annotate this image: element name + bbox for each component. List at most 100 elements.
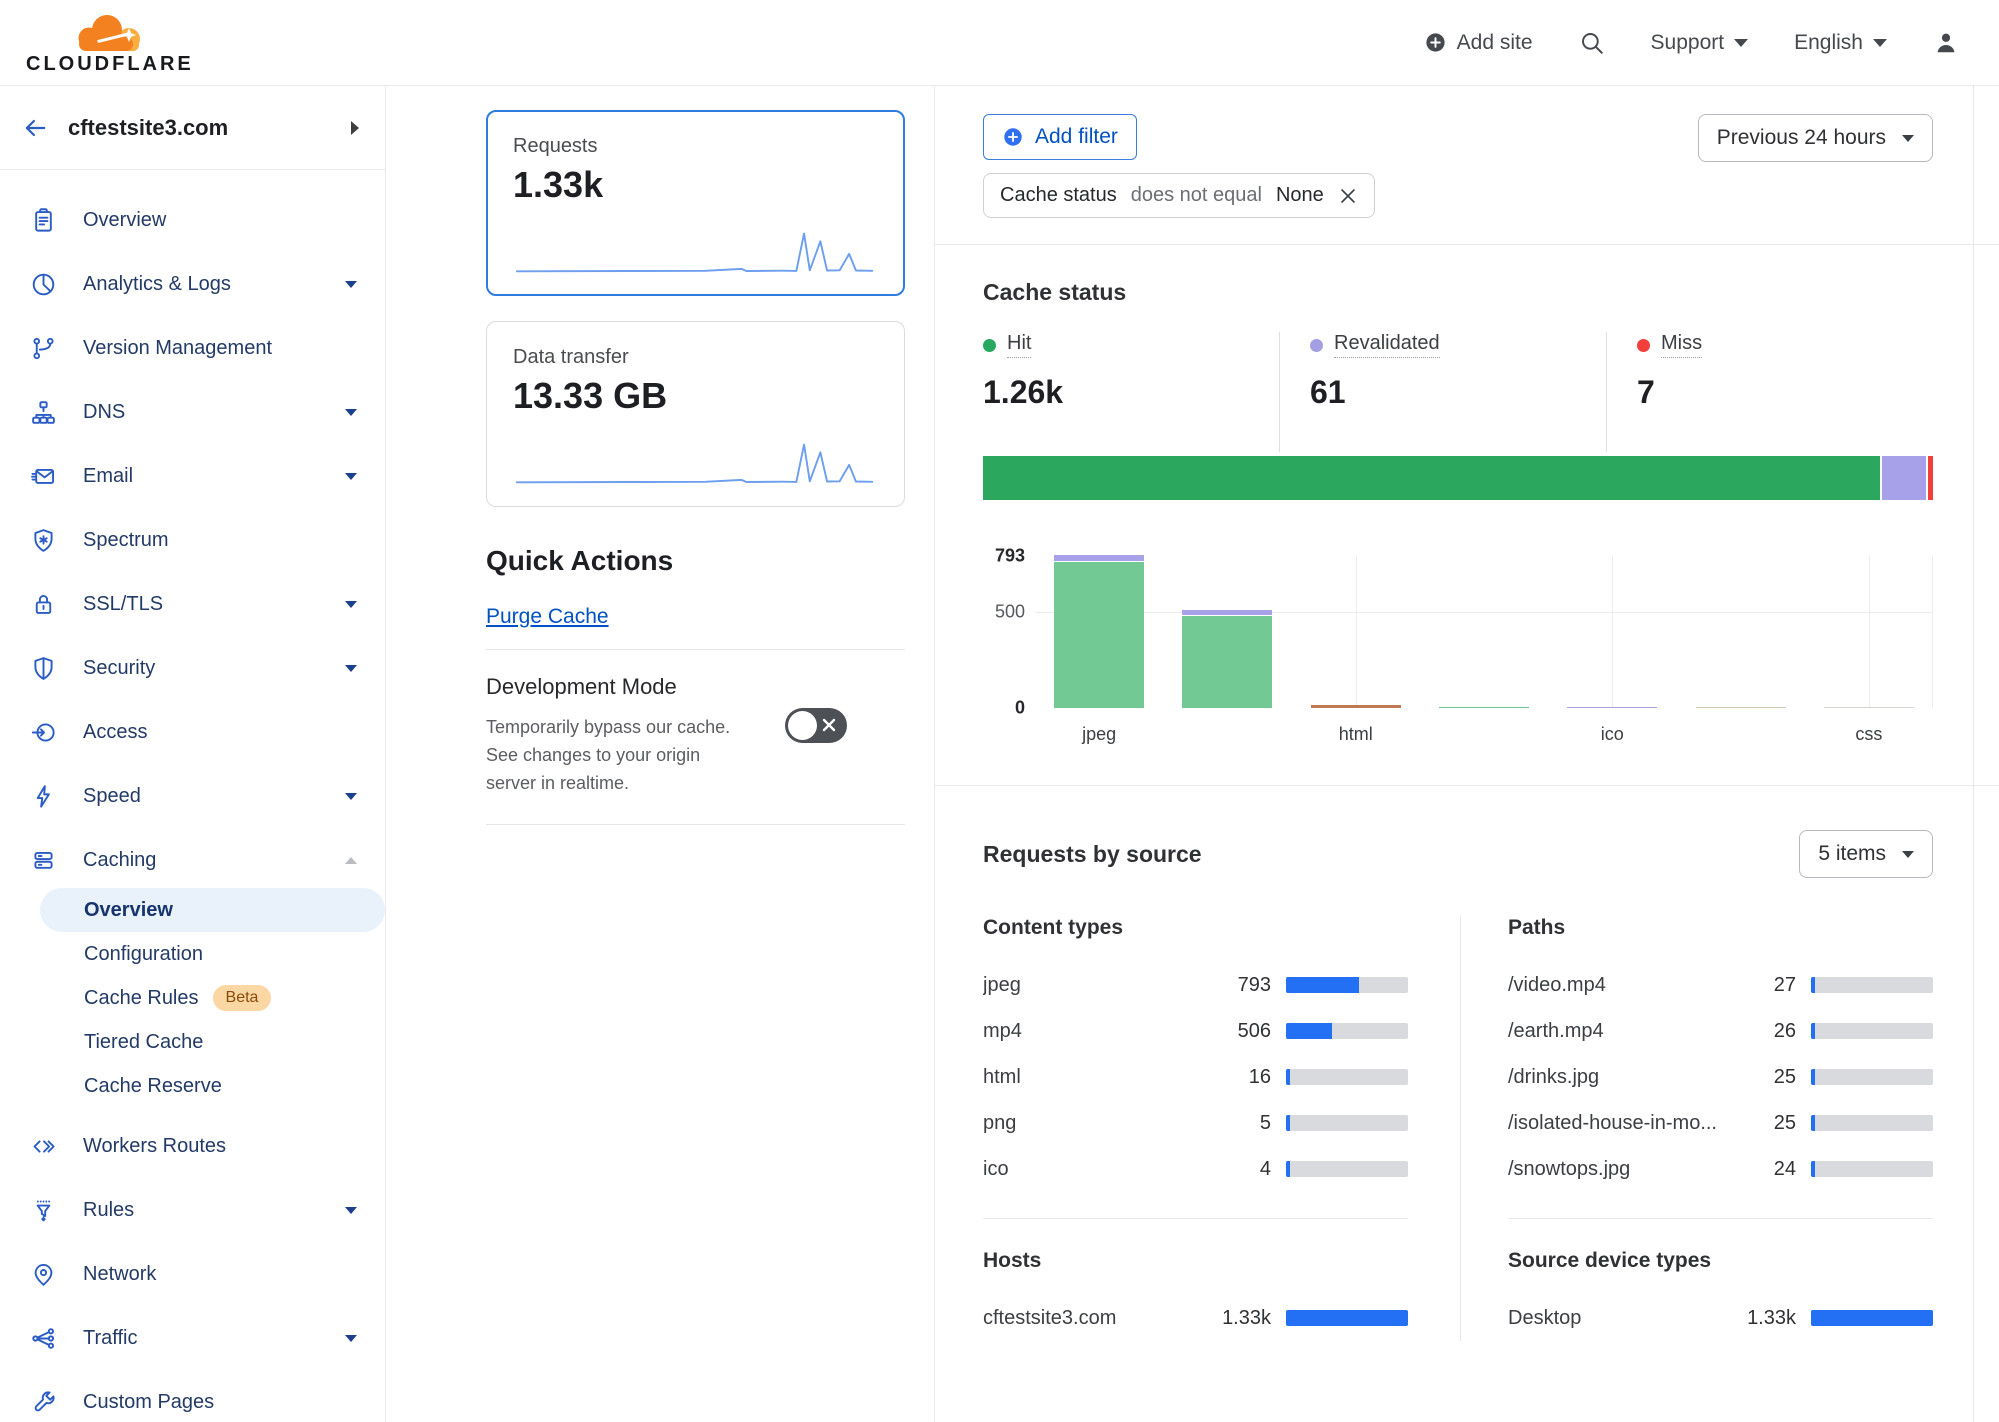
scrollbar-track[interactable] <box>1973 86 1974 1422</box>
sidebar-item-network[interactable]: Network <box>0 1242 385 1306</box>
hosts-title: Hosts <box>983 1249 1408 1273</box>
sidebar-subitem-overview[interactable]: Overview <box>40 888 385 932</box>
device-types-rows: Desktop1.33k <box>1508 1295 1933 1341</box>
row-value: 5 <box>1205 1112 1271 1135</box>
row-label: /snowtops.jpg <box>1508 1158 1730 1181</box>
row-value: 1.33k <box>1730 1307 1796 1330</box>
sidebar-item-email[interactable]: Email <box>0 444 385 508</box>
sidebar-item-spectrum[interactable]: Spectrum <box>0 508 385 572</box>
list-row-snowtops-jpg: /snowtops.jpg24 <box>1508 1146 1933 1192</box>
pin-icon <box>30 1261 57 1288</box>
bar-col-4 <box>1439 707 1529 709</box>
stat-value: 61 <box>1310 374 1606 411</box>
sidebar-subitem-tiered-cache[interactable]: Tiered Cache <box>0 1020 385 1064</box>
sidebar-item-speed[interactable]: Speed <box>0 764 385 828</box>
back-arrow-icon[interactable] <box>22 115 48 141</box>
sidebar-item-custom-pages[interactable]: Custom Pages <box>0 1370 385 1422</box>
cloudflare-logo[interactable]: CLOUDFLARE <box>26 10 194 76</box>
list-row-jpeg: jpeg793 <box>983 962 1408 1008</box>
wrench-icon <box>30 1389 57 1416</box>
chevron-right-icon[interactable] <box>351 121 359 135</box>
x-tick-label <box>1163 724 1291 745</box>
bar-segment-hit <box>1054 562 1144 708</box>
stat-label[interactable]: Hit <box>1007 332 1031 358</box>
site-selector[interactable]: cftestsite3.com <box>0 86 385 170</box>
sidebar-subitem-configuration[interactable]: Configuration <box>0 932 385 976</box>
cloudflare-cloud-icon <box>71 10 149 52</box>
shield-icon <box>30 655 57 682</box>
row-label: /earth.mp4 <box>1508 1020 1730 1043</box>
sidebar-item-analytics-logs[interactable]: Analytics & Logs <box>0 252 385 316</box>
development-mode-description: Temporarily bypass our cache. See change… <box>486 714 741 798</box>
user-account-icon[interactable] <box>1933 30 1959 56</box>
row-bar <box>1811 1023 1933 1039</box>
sidebar-item-security[interactable]: Security <box>0 636 385 700</box>
main-content: Add filter Cache status does not equal N… <box>935 86 1999 1422</box>
add-filter-button[interactable]: Add filter <box>983 114 1137 160</box>
access-icon <box>30 719 57 746</box>
sidebar-subitem-cache-rules[interactable]: Cache Rules Beta <box>0 976 385 1020</box>
data-transfer-card-value: 13.33 GB <box>513 375 878 417</box>
sidebar-item-label: Caching <box>83 849 319 872</box>
stat-value: 1.26k <box>983 374 1279 411</box>
row-bar-fill <box>1286 1310 1408 1326</box>
chevron-down-icon <box>345 473 357 480</box>
items-count-label: 5 items <box>1818 842 1886 866</box>
chart-x-axis: jpeghtmlicocss <box>1035 724 1933 745</box>
search-icon[interactable] <box>1579 30 1605 56</box>
x-tick-label <box>1420 724 1548 745</box>
sidebar-item-access[interactable]: Access <box>0 700 385 764</box>
development-mode-title: Development Mode <box>486 674 905 700</box>
row-value: 506 <box>1205 1020 1271 1043</box>
chart-slot <box>1292 556 1420 708</box>
row-value: 25 <box>1730 1112 1796 1135</box>
sidebar-item-ssl-tls[interactable]: SSL/TLS <box>0 572 385 636</box>
cache-status-stacked-bar <box>983 456 1933 500</box>
sidebar-item-version-management[interactable]: Version Management <box>0 316 385 380</box>
requests-by-source-title: Requests by source <box>983 841 1202 868</box>
beta-badge: Beta <box>213 985 272 1011</box>
device-types-title: Source device types <box>1508 1249 1933 1273</box>
x-tick-label: css <box>1805 724 1933 745</box>
data-transfer-metric-card[interactable]: Data transfer 13.33 GB <box>486 321 905 507</box>
stat-label[interactable]: Miss <box>1661 332 1702 358</box>
items-count-select[interactable]: 5 items <box>1799 830 1933 878</box>
sidebar-item-dns[interactable]: DNS <box>0 380 385 444</box>
development-mode-toggle[interactable] <box>785 708 847 743</box>
sidebar-item-overview[interactable]: Overview <box>0 188 385 252</box>
sidebar-item-label: Workers Routes <box>83 1135 357 1158</box>
sidebar-subitem-cache-reserve[interactable]: Cache Reserve <box>0 1064 385 1108</box>
row-bar-fill <box>1286 1023 1332 1039</box>
sidebar-subitem-label: Tiered Cache <box>84 1031 203 1054</box>
sidebar-item-workers-routes[interactable]: Workers Routes <box>0 1114 385 1178</box>
chart-slot <box>1805 556 1933 708</box>
purge-cache-link[interactable]: Purge Cache <box>486 605 609 629</box>
spectrum-shield-icon <box>30 527 57 554</box>
sidebar-item-label: Rules <box>83 1199 319 1222</box>
filter-chip[interactable]: Cache status does not equal None <box>983 173 1375 218</box>
bar-segment-revalidated <box>1182 610 1272 615</box>
bar-segment-other <box>1696 707 1786 709</box>
close-icon[interactable] <box>1338 186 1358 206</box>
sidebar-item-label: Access <box>83 721 357 744</box>
requests-metric-card[interactable]: Requests 1.33k <box>486 110 905 296</box>
time-range-select[interactable]: Previous 24 hours <box>1698 114 1933 162</box>
sidebar-subitem-label: Cache Rules <box>84 987 199 1010</box>
sidebar-item-traffic[interactable]: Traffic <box>0 1306 385 1370</box>
funnel-icon <box>30 1197 57 1224</box>
bar-segment-other <box>1824 707 1914 709</box>
sidebar-item-caching[interactable]: Caching <box>0 828 385 892</box>
support-menu[interactable]: Support <box>1651 31 1749 55</box>
row-bar-fill <box>1811 1023 1815 1039</box>
stat-label[interactable]: Revalidated <box>1334 332 1440 358</box>
server-stack-icon <box>30 847 57 874</box>
language-menu[interactable]: English <box>1794 31 1887 55</box>
site-name: cftestsite3.com <box>68 115 331 141</box>
sidebar: cftestsite3.com OverviewAnalytics & Logs… <box>0 86 386 1422</box>
filter-bar: Add filter Cache status does not equal N… <box>935 86 1999 218</box>
sidebar-sublist: OverviewConfiguration Cache Rules Beta Tier… <box>0 888 385 1108</box>
sidebar-item-rules[interactable]: Rules <box>0 1178 385 1242</box>
chevron-down-icon <box>1902 135 1914 142</box>
lock-icon <box>30 591 57 618</box>
add-site-button[interactable]: Add site <box>1424 31 1533 55</box>
